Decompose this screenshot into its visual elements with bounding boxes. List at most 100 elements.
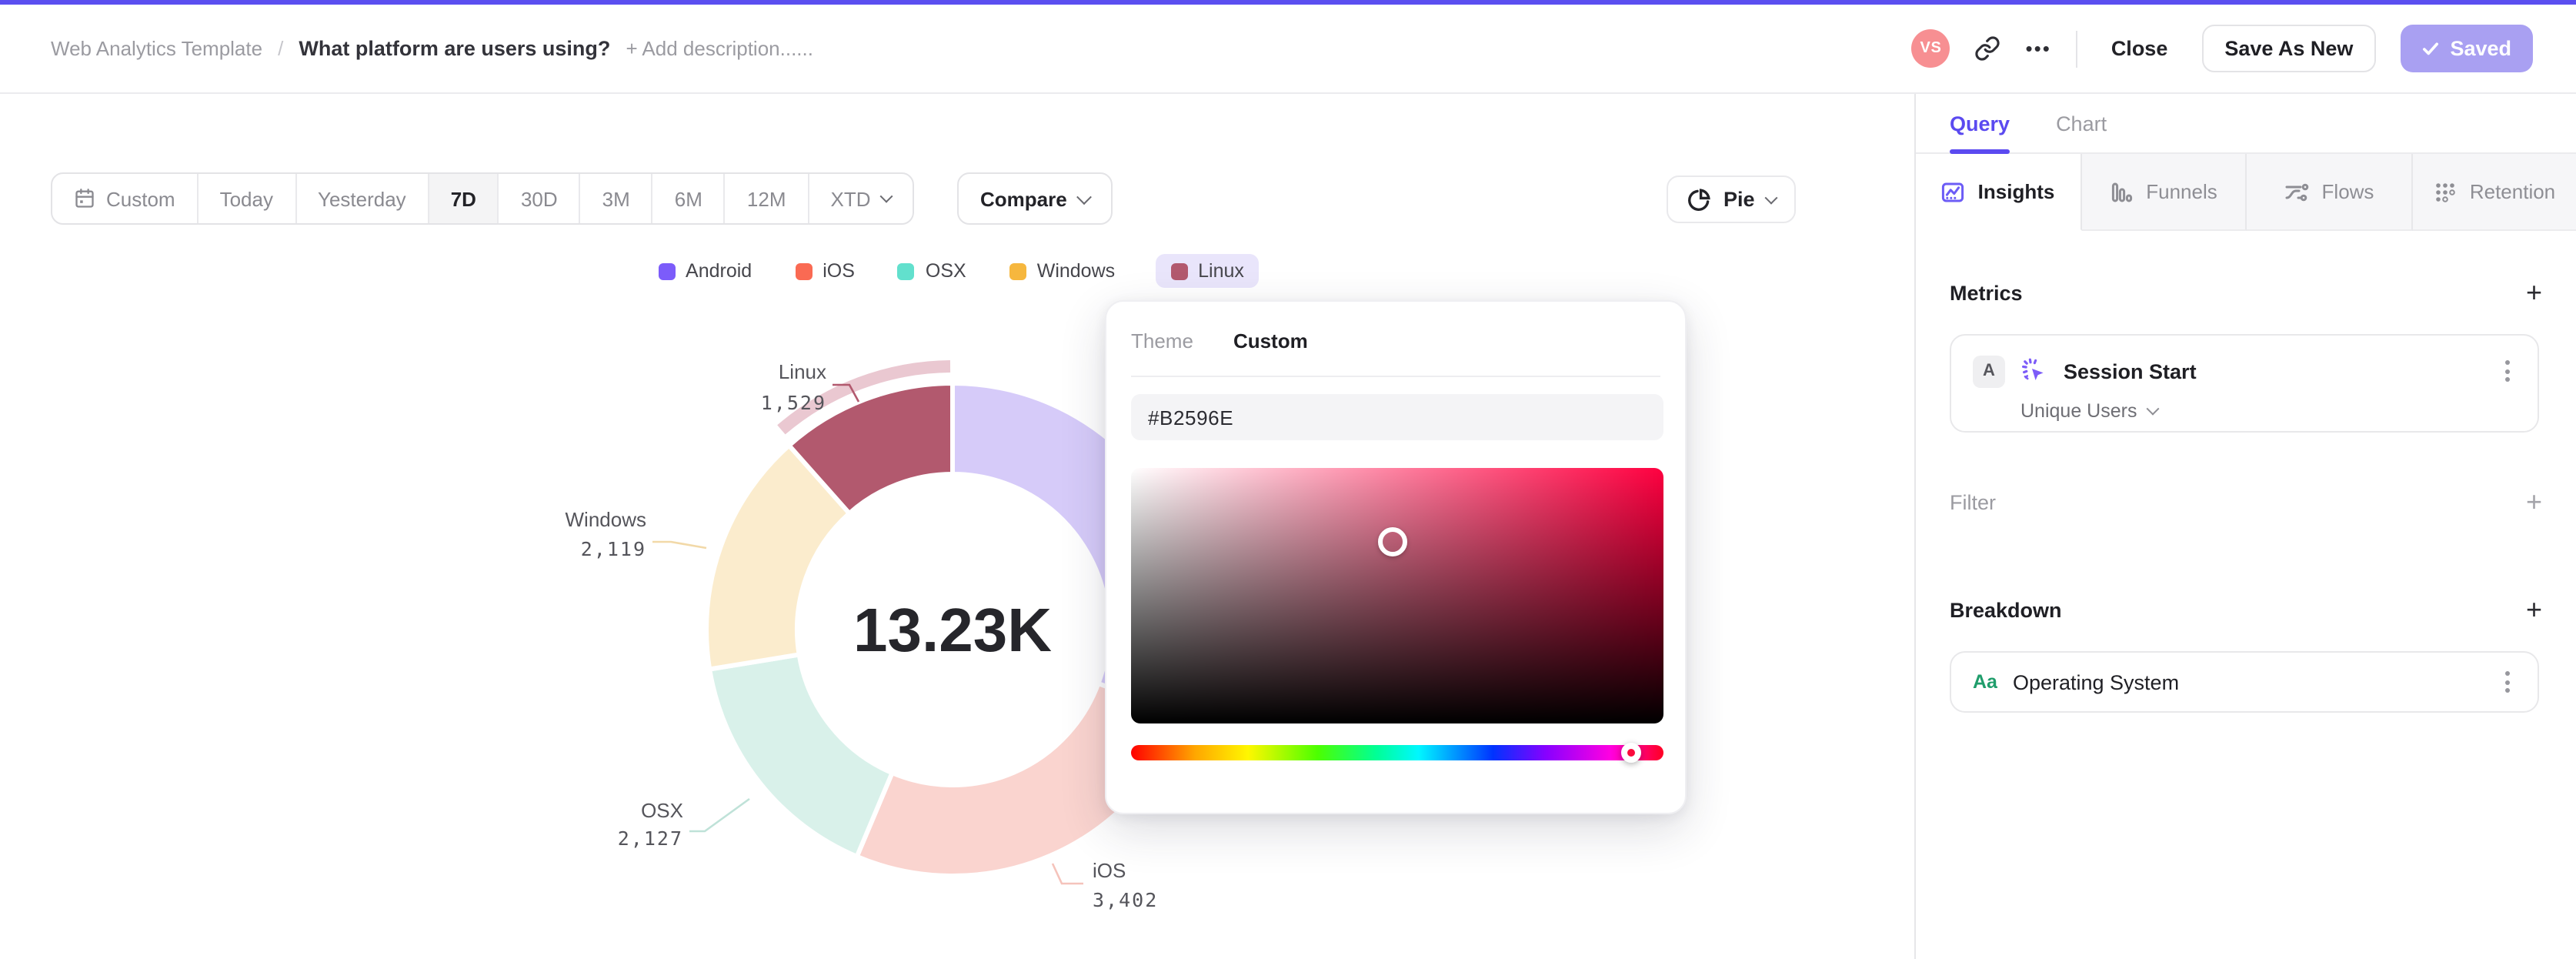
range-option-today[interactable]: Today — [199, 174, 296, 223]
color-cursor[interactable] — [1377, 527, 1407, 557]
label-leader-line — [652, 540, 707, 550]
metric-menu-button[interactable] — [2499, 354, 2516, 388]
slice-label-value: 2,119 — [581, 538, 646, 560]
range-option-label: 30D — [520, 187, 558, 210]
tab-theme[interactable]: Theme — [1131, 329, 1193, 353]
top-accent-bar — [0, 0, 2576, 5]
range-option-label: Custom — [106, 187, 175, 210]
add-breakdown-button[interactable]: + — [2526, 596, 2542, 623]
funnels-icon — [2109, 179, 2134, 204]
avatar[interactable]: VS — [1911, 29, 1950, 68]
range-option-12m[interactable]: 12M — [726, 174, 809, 223]
metric-card[interactable]: A Session Start Unique Users — [1950, 334, 2539, 433]
range-option-yesterday[interactable]: Yesterday — [296, 174, 429, 223]
range-option-xtd[interactable]: XTD — [809, 174, 913, 223]
hex-color-input[interactable]: #B2596E — [1131, 394, 1663, 440]
tab-insights[interactable]: Insights — [1916, 154, 2081, 231]
range-option-label: Yesterday — [318, 187, 406, 210]
slice-label-value: 1,529 — [761, 392, 826, 414]
saturation-value-area[interactable] — [1131, 468, 1663, 723]
tab-label: Retention — [2469, 180, 2556, 203]
range-option-3m[interactable]: 3M — [581, 174, 653, 223]
chevron-down-icon — [1765, 190, 1779, 204]
add-description-button[interactable]: + Add description...... — [626, 37, 813, 60]
tab-label: Insights — [1977, 180, 2055, 203]
donut-center-total: 13.23K — [853, 596, 1052, 664]
tab-chart[interactable]: Chart — [2056, 94, 2107, 152]
picker-divider — [1131, 376, 1660, 377]
label-leader-line — [1051, 863, 1083, 885]
color-picker-popup: Theme Custom #B2596E — [1105, 300, 1687, 814]
chevron-down-icon — [879, 189, 893, 203]
color-picker-tabs: Theme Custom — [1131, 329, 1308, 353]
chevron-down-icon — [2145, 402, 2159, 416]
slice-label-name: OSX — [641, 799, 683, 822]
save-as-new-button[interactable]: Save As New — [2201, 25, 2377, 72]
saved-button[interactable]: Saved — [2401, 25, 2533, 72]
slice-label-value: 2,127 — [618, 827, 683, 850]
range-option-label: 7D — [450, 187, 476, 210]
tab-label: Flows — [2321, 180, 2374, 203]
chart-controls: Custom Today Yesterday 7D 30D 3M 6M 12M XTD Comp… — [51, 172, 1914, 225]
breakdown-menu-button[interactable] — [2499, 665, 2516, 699]
range-option-custom[interactable]: Custom — [52, 174, 199, 223]
breadcrumb: Web Analytics Template / What platform a… — [51, 37, 813, 60]
range-option-6m[interactable]: 6M — [653, 174, 726, 223]
range-option-label: 12M — [746, 187, 786, 210]
slice-label-name: iOS — [1093, 859, 1126, 882]
slice-label-value: 3,402 — [1093, 889, 1158, 911]
add-metric-button[interactable]: + — [2526, 279, 2542, 306]
close-button[interactable]: Close — [2102, 25, 2177, 72]
range-option-30d[interactable]: 30D — [499, 174, 581, 223]
breakdown-card[interactable]: Aa Operating System — [1950, 651, 2539, 713]
label-leader-line — [689, 797, 750, 833]
tab-query[interactable]: Query — [1950, 94, 2010, 154]
tab-funnels[interactable]: Funnels — [2081, 154, 2247, 231]
page-title[interactable]: What platform are users using? — [299, 37, 610, 60]
hue-slider[interactable] — [1131, 745, 1663, 760]
chart-type-button[interactable]: Pie — [1667, 175, 1797, 223]
aggregation-selector[interactable]: Unique Users — [1951, 394, 2538, 437]
tab-custom[interactable]: Custom — [1233, 329, 1308, 353]
filter-section-header: Filter + — [1950, 486, 2542, 517]
more-menu-button[interactable]: ••• — [2026, 37, 2051, 60]
tab-retention[interactable]: Retention — [2412, 154, 2576, 231]
range-option-label: 3M — [602, 187, 630, 210]
breakdown-section-header: Breakdown + — [1950, 594, 2542, 625]
series-badge: A — [1973, 355, 2005, 387]
calendar-icon — [74, 188, 95, 209]
insight-editor-window: Web Analytics Template / What platform a… — [0, 0, 2576, 959]
metrics-section-header: Metrics + — [1950, 277, 2542, 308]
date-range-control: Custom Today Yesterday 7D 30D 3M 6M 12M XTD — [51, 172, 914, 225]
flows-icon — [2284, 179, 2310, 204]
range-option-label: XTD — [830, 187, 871, 210]
insights-icon — [1941, 179, 1966, 204]
breadcrumb-root-link[interactable]: Web Analytics Template — [51, 37, 262, 60]
breakdown-label: Operating System — [2012, 670, 2180, 693]
aggregation-label: Unique Users — [2020, 400, 2137, 422]
compare-button[interactable]: Compare — [957, 172, 1113, 225]
header-divider — [2075, 30, 2077, 67]
hue-slider-thumb[interactable] — [1621, 743, 1642, 763]
pie-slice-osx[interactable] — [707, 652, 895, 859]
pie-chart-icon — [1688, 188, 1710, 210]
insight-type-tabs: Insights Funnels Flows Retention — [1916, 154, 2576, 231]
retention-icon — [2433, 179, 2458, 204]
tab-flows[interactable]: Flows — [2247, 154, 2412, 231]
cursor-click-icon — [2020, 357, 2048, 385]
add-filter-button[interactable]: + — [2526, 488, 2542, 516]
sidebar-tabs: Query Chart — [1916, 94, 2576, 154]
slice-label-name: Windows — [566, 508, 646, 531]
range-option-label: Today — [219, 187, 273, 210]
tab-label: Funnels — [2146, 180, 2217, 203]
header-actions: VS ••• Close Save As New Saved — [1911, 25, 2533, 72]
query-sidebar: Query Chart Insights Funnels Flows Retentio… — [1914, 94, 2576, 959]
range-option-label: 6M — [674, 187, 702, 210]
header: Web Analytics Template / What platform a… — [0, 0, 2576, 94]
share-link-icon[interactable] — [1975, 35, 2001, 62]
chevron-down-icon — [1076, 189, 1093, 205]
metric-label: Session Start — [2064, 359, 2197, 383]
range-option-7d[interactable]: 7D — [429, 174, 499, 223]
slice-label-name: Linux — [779, 360, 826, 383]
breadcrumb-separator: / — [278, 37, 284, 60]
